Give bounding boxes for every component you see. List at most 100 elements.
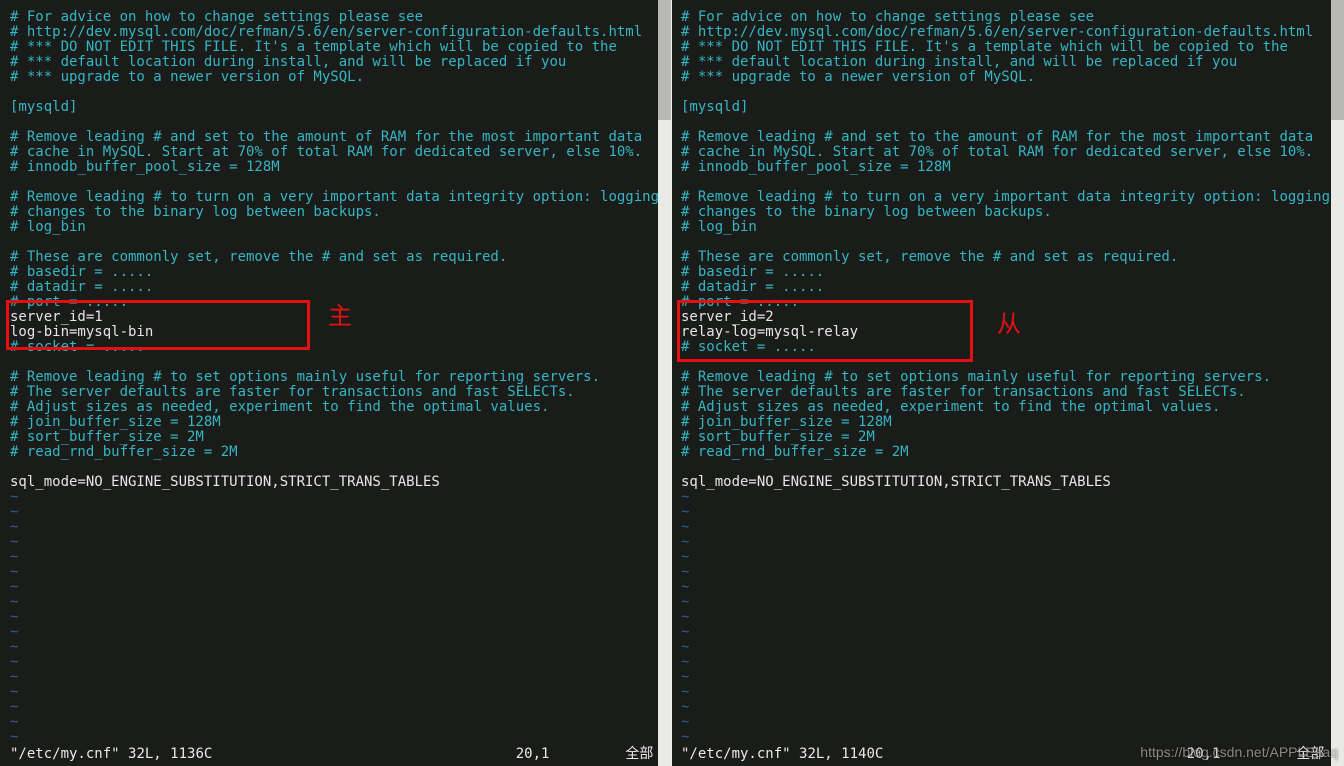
code-line[interactable]: # These are commonly set, remove the # a… bbox=[681, 250, 1330, 265]
code-line[interactable]: # Remove leading # to turn on a very imp… bbox=[10, 190, 659, 205]
tilde-line: ~ bbox=[10, 685, 659, 700]
tilde-line: ~ bbox=[681, 730, 1330, 745]
left-status-bar: "/etc/my.cnf" 32L, 1136C 20,1 全部 bbox=[10, 747, 653, 762]
code-line[interactable]: # The server defaults are faster for tra… bbox=[10, 385, 659, 400]
left-scrollbar[interactable] bbox=[658, 0, 671, 766]
left-scroll-thumb[interactable] bbox=[658, 0, 671, 120]
code-line[interactable]: # basedir = ..... bbox=[681, 265, 1330, 280]
code-line[interactable]: # join_buffer_size = 128M bbox=[681, 415, 1330, 430]
code-line[interactable]: # datadir = ..... bbox=[681, 280, 1330, 295]
code-line[interactable]: # cache in MySQL. Start at 70% of total … bbox=[681, 145, 1330, 160]
code-line[interactable] bbox=[681, 460, 1330, 475]
right-editor-pane[interactable]: # For advice on how to change settings p… bbox=[671, 0, 1344, 766]
tilde-line: ~ bbox=[681, 670, 1330, 685]
tilde-line: ~ bbox=[10, 715, 659, 730]
tilde-line: ~ bbox=[10, 580, 659, 595]
tilde-line: ~ bbox=[10, 520, 659, 535]
code-line[interactable] bbox=[10, 235, 659, 250]
code-line[interactable]: # http://dev.mysql.com/doc/refman/5.6/en… bbox=[10, 25, 659, 40]
code-line[interactable]: # *** upgrade to a newer version of MySQ… bbox=[681, 70, 1330, 85]
code-line[interactable]: # Remove leading # to set options mainly… bbox=[10, 370, 659, 385]
code-line[interactable]: # datadir = ..... bbox=[10, 280, 659, 295]
right-code-area[interactable]: # For advice on how to change settings p… bbox=[681, 10, 1330, 745]
code-line[interactable]: # The server defaults are faster for tra… bbox=[681, 385, 1330, 400]
code-line[interactable]: # *** default location during install, a… bbox=[681, 55, 1330, 70]
code-line[interactable]: # Remove leading # and set to the amount… bbox=[10, 130, 659, 145]
watermark: https://blog.csdn.net/APPLEaaq bbox=[1140, 745, 1338, 760]
tilde-line: ~ bbox=[681, 550, 1330, 565]
tilde-line: ~ bbox=[10, 535, 659, 550]
code-line[interactable]: # For advice on how to change settings p… bbox=[681, 10, 1330, 25]
tilde-line: ~ bbox=[681, 505, 1330, 520]
code-line[interactable] bbox=[10, 355, 659, 370]
right-scroll-thumb[interactable] bbox=[1331, 0, 1344, 120]
code-line[interactable]: # sort_buffer_size = 2M bbox=[681, 430, 1330, 445]
code-line[interactable]: # read_rnd_buffer_size = 2M bbox=[681, 445, 1330, 460]
code-line[interactable]: # For advice on how to change settings p… bbox=[10, 10, 659, 25]
code-line[interactable] bbox=[10, 115, 659, 130]
code-line[interactable]: # read_rnd_buffer_size = 2M bbox=[10, 445, 659, 460]
left-annotation: 主 bbox=[328, 310, 352, 325]
tilde-line: ~ bbox=[10, 490, 659, 505]
code-line[interactable] bbox=[681, 175, 1330, 190]
tilde-line: ~ bbox=[681, 655, 1330, 670]
tilde-line: ~ bbox=[681, 640, 1330, 655]
tilde-line: ~ bbox=[10, 700, 659, 715]
tilde-line: ~ bbox=[681, 580, 1330, 595]
code-line[interactable] bbox=[681, 235, 1330, 250]
tilde-line: ~ bbox=[10, 670, 659, 685]
code-line[interactable] bbox=[10, 175, 659, 190]
code-line[interactable] bbox=[10, 85, 659, 100]
code-line[interactable]: # *** default location during install, a… bbox=[10, 55, 659, 70]
code-line[interactable]: # cache in MySQL. Start at 70% of total … bbox=[10, 145, 659, 160]
pane-splitter[interactable] bbox=[671, 0, 672, 766]
right-scrollbar[interactable] bbox=[1331, 0, 1344, 766]
tilde-line: ~ bbox=[681, 685, 1330, 700]
tilde-line: ~ bbox=[681, 700, 1330, 715]
tilde-line: ~ bbox=[10, 625, 659, 640]
code-line[interactable]: # changes to the binary log between back… bbox=[681, 205, 1330, 220]
tilde-line: ~ bbox=[681, 490, 1330, 505]
tilde-line: ~ bbox=[10, 655, 659, 670]
code-line[interactable]: # *** upgrade to a newer version of MySQ… bbox=[10, 70, 659, 85]
code-line[interactable]: # Remove leading # and set to the amount… bbox=[681, 130, 1330, 145]
right-annotation: 从 bbox=[997, 318, 1021, 333]
code-line[interactable]: # basedir = ..... bbox=[10, 265, 659, 280]
left-editor-pane[interactable]: # For advice on how to change settings p… bbox=[0, 0, 671, 766]
code-line[interactable]: # log_bin bbox=[681, 220, 1330, 235]
code-line[interactable]: # sort_buffer_size = 2M bbox=[10, 430, 659, 445]
code-line[interactable]: # http://dev.mysql.com/doc/refman/5.6/en… bbox=[681, 25, 1330, 40]
code-line[interactable]: sql_mode=NO_ENGINE_SUBSTITUTION,STRICT_T… bbox=[10, 475, 659, 490]
code-line[interactable]: [mysqld] bbox=[681, 100, 1330, 115]
code-line[interactable]: # changes to the binary log between back… bbox=[10, 205, 659, 220]
tilde-line: ~ bbox=[10, 730, 659, 745]
code-line[interactable] bbox=[681, 355, 1330, 370]
code-line[interactable]: # socket = ..... bbox=[10, 340, 659, 355]
tilde-line: ~ bbox=[10, 505, 659, 520]
code-line[interactable]: # *** DO NOT EDIT THIS FILE. It's a temp… bbox=[10, 40, 659, 55]
tilde-line: ~ bbox=[681, 715, 1330, 730]
code-line[interactable]: # join_buffer_size = 128M bbox=[10, 415, 659, 430]
code-line[interactable]: # port = ..... bbox=[681, 295, 1330, 310]
code-line[interactable]: # innodb_buffer_pool_size = 128M bbox=[681, 160, 1330, 175]
tilde-line: ~ bbox=[681, 595, 1330, 610]
code-line[interactable]: # *** DO NOT EDIT THIS FILE. It's a temp… bbox=[681, 40, 1330, 55]
code-line[interactable]: # Adjust sizes as needed, experiment to … bbox=[681, 400, 1330, 415]
code-line[interactable]: # Remove leading # to turn on a very imp… bbox=[681, 190, 1330, 205]
code-line[interactable] bbox=[10, 460, 659, 475]
code-line[interactable]: # These are commonly set, remove the # a… bbox=[10, 250, 659, 265]
code-line[interactable]: [mysqld] bbox=[10, 100, 659, 115]
tilde-line: ~ bbox=[681, 565, 1330, 580]
code-line[interactable] bbox=[681, 85, 1330, 100]
code-line[interactable] bbox=[681, 115, 1330, 130]
code-line[interactable]: # innodb_buffer_pool_size = 128M bbox=[10, 160, 659, 175]
code-line[interactable]: sql_mode=NO_ENGINE_SUBSTITUTION,STRICT_T… bbox=[681, 475, 1330, 490]
code-line[interactable]: # Adjust sizes as needed, experiment to … bbox=[10, 400, 659, 415]
code-line[interactable]: # Remove leading # to set options mainly… bbox=[681, 370, 1330, 385]
tilde-line: ~ bbox=[681, 610, 1330, 625]
code-line[interactable]: # socket = ..... bbox=[681, 340, 1330, 355]
tilde-line: ~ bbox=[10, 610, 659, 625]
left-code-area[interactable]: # For advice on how to change settings p… bbox=[10, 10, 659, 745]
tilde-line: ~ bbox=[681, 535, 1330, 550]
code-line[interactable]: # log_bin bbox=[10, 220, 659, 235]
